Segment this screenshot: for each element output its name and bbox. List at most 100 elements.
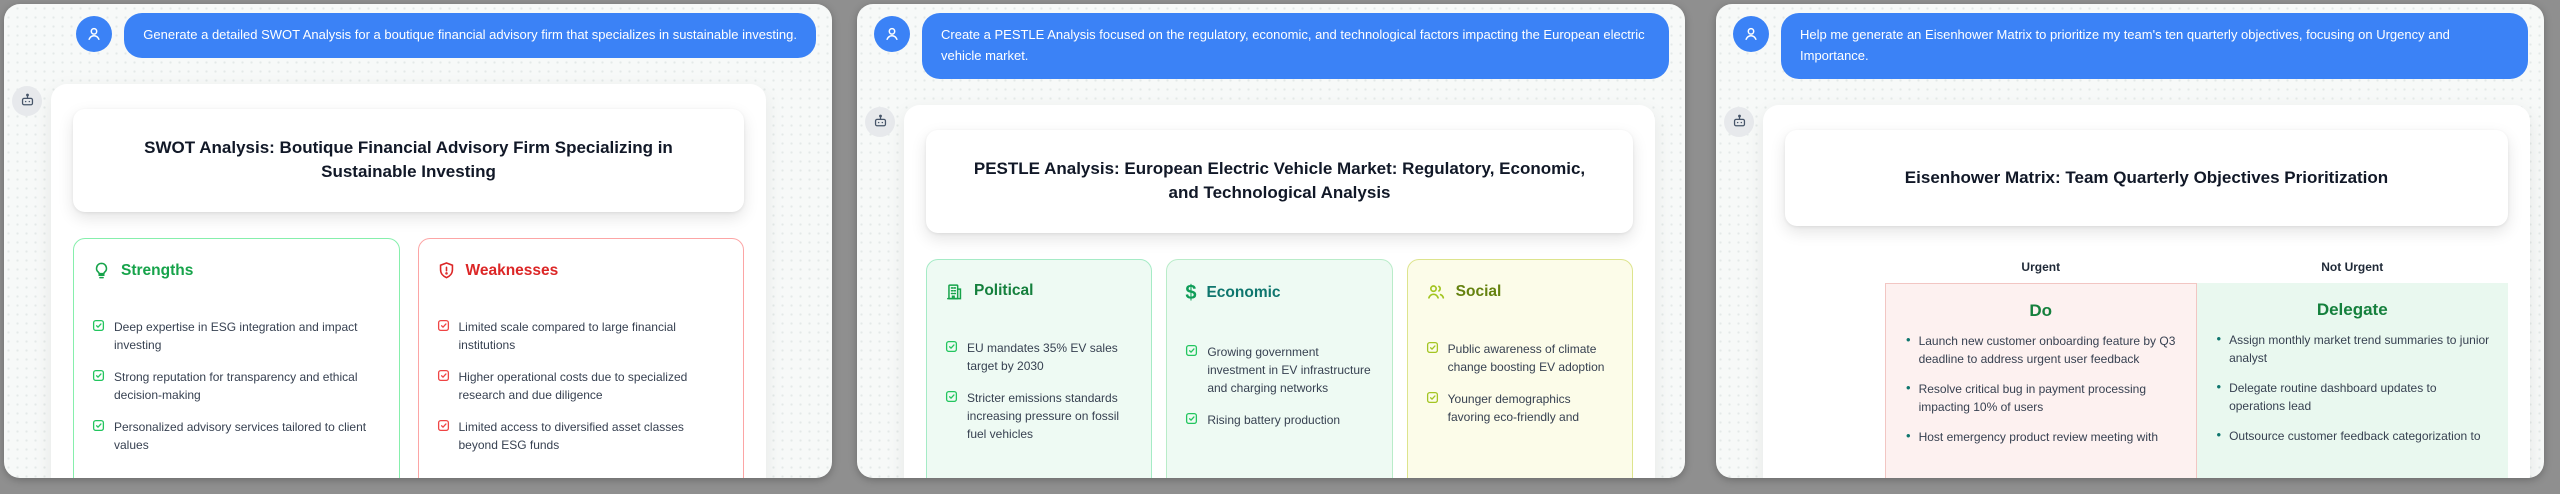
list-item: •Assign monthly market trend summaries t… bbox=[2217, 331, 2491, 367]
matrix-column-headers: Urgent Not Urgent bbox=[1885, 260, 2508, 274]
user-icon bbox=[1742, 25, 1760, 43]
lightbulb-icon bbox=[92, 261, 111, 280]
checkbox-icon bbox=[1185, 412, 1198, 429]
bot-avatar bbox=[865, 107, 895, 137]
list-item: EU mandates 35% EV sales target by 2030 bbox=[945, 339, 1133, 375]
analysis-card: Eisenhower Matrix: Team Quarterly Object… bbox=[1763, 105, 2530, 478]
list-item: •Resolve critical bug in payment process… bbox=[1906, 380, 2178, 416]
checkbox-icon bbox=[1426, 341, 1439, 376]
quadrant-title: Delegate bbox=[2197, 300, 2509, 320]
checkbox-icon bbox=[1185, 344, 1198, 397]
list-item: Stricter emissions standards increasing … bbox=[945, 389, 1133, 443]
user-message-row: Generate a detailed SWOT Analysis for a … bbox=[4, 4, 832, 58]
building-icon bbox=[945, 282, 964, 301]
section-label: Weaknesses bbox=[466, 262, 559, 280]
item-text: Rising battery production bbox=[1207, 411, 1340, 429]
bullet-dot: • bbox=[2217, 427, 2222, 445]
political-header: Political bbox=[945, 282, 1133, 301]
pestle-panel: Create a PESTLE Analysis focused on the … bbox=[857, 4, 1685, 478]
matrix-row-label: Important bbox=[1845, 432, 1859, 478]
assistant-response-row: Eisenhower Matrix: Team Quarterly Object… bbox=[1716, 105, 2544, 478]
assistant-response-row: PESTLE Analysis: European Electric Vehic… bbox=[857, 105, 1685, 478]
checkbox-icon bbox=[92, 419, 105, 454]
eisenhower-matrix: Important Urgent Not Urgent Do •Launch n… bbox=[1785, 260, 2508, 478]
bullet-dot: • bbox=[1906, 332, 1911, 368]
not-urgent-header: Not Urgent bbox=[2197, 260, 2509, 274]
user-avatar bbox=[874, 16, 910, 52]
user-message-bubble: Create a PESTLE Analysis focused on the … bbox=[922, 13, 1669, 79]
checkbox-icon bbox=[437, 419, 450, 454]
checkbox-icon bbox=[945, 340, 958, 375]
list-item: Public awareness of climate change boost… bbox=[1426, 340, 1614, 376]
item-text: Limited scale compared to large financia… bbox=[459, 318, 726, 354]
quadrant-title: Do bbox=[1886, 301, 2196, 321]
item-text: Personalized advisory services tailored … bbox=[114, 418, 381, 454]
user-avatar bbox=[1733, 16, 1769, 52]
checkbox-icon bbox=[437, 319, 450, 354]
checkbox-icon bbox=[1426, 391, 1439, 426]
weaknesses-list: Limited scale compared to large financia… bbox=[437, 318, 726, 454]
do-items: •Launch new customer onboarding feature … bbox=[1886, 332, 2196, 446]
item-text: Deep expertise in ESG integration and im… bbox=[114, 318, 381, 354]
list-item: Limited scale compared to large financia… bbox=[437, 318, 726, 354]
checkbox-icon bbox=[945, 390, 958, 443]
checkbox-icon bbox=[92, 319, 105, 354]
weaknesses-card: Weaknesses Limited scale compared to lar… bbox=[418, 238, 745, 478]
robot-icon bbox=[19, 92, 36, 109]
assistant-response-row: SWOT Analysis: Boutique Financial Adviso… bbox=[4, 84, 832, 478]
section-label: Political bbox=[974, 282, 1033, 300]
strengths-list: Deep expertise in ESG integration and im… bbox=[92, 318, 381, 454]
social-card: Social Public awareness of climate chang… bbox=[1407, 259, 1633, 478]
list-item: •Launch new customer onboarding feature … bbox=[1906, 332, 2178, 368]
pestle-sections: Political EU mandates 35% EV sales targe… bbox=[926, 259, 1633, 478]
strengths-header: Strengths bbox=[92, 261, 381, 280]
people-icon bbox=[1426, 282, 1446, 302]
social-header: Social bbox=[1426, 282, 1614, 302]
bullet-dot: • bbox=[1906, 380, 1911, 416]
item-text: Strong reputation for transparency and e… bbox=[114, 368, 381, 404]
user-icon bbox=[883, 25, 901, 43]
robot-icon bbox=[872, 113, 889, 130]
item-text: Launch new customer onboarding feature b… bbox=[1919, 332, 2178, 368]
user-icon bbox=[85, 25, 103, 43]
shield-alert-icon bbox=[437, 261, 456, 280]
item-text: Host emergency product review meeting wi… bbox=[1919, 428, 2158, 446]
delegate-quadrant: Delegate •Assign monthly market trend su… bbox=[2197, 283, 2509, 478]
item-text: Growing government investment in EV infr… bbox=[1207, 343, 1373, 397]
bullet-dot: • bbox=[2217, 331, 2222, 367]
checkbox-icon bbox=[92, 369, 105, 404]
section-label: Social bbox=[1456, 283, 1502, 301]
robot-icon bbox=[1731, 113, 1748, 130]
strengths-card: Strengths Deep expertise in ESG integrat… bbox=[73, 238, 400, 478]
bullet-dot: • bbox=[2217, 379, 2222, 415]
delegate-items: •Assign monthly market trend summaries t… bbox=[2197, 331, 2509, 445]
matrix-quadrants: Do •Launch new customer onboarding featu… bbox=[1885, 283, 2508, 478]
economic-list: Growing government investment in EV infr… bbox=[1185, 343, 1373, 429]
list-item: •Host emergency product review meeting w… bbox=[1906, 428, 2178, 446]
user-avatar bbox=[76, 16, 112, 52]
list-item: Personalized advisory services tailored … bbox=[92, 418, 381, 454]
swot-sections: Strengths Deep expertise in ESG integrat… bbox=[73, 238, 744, 478]
item-text: Higher operational costs due to speciali… bbox=[459, 368, 726, 404]
do-quadrant: Do •Launch new customer onboarding featu… bbox=[1885, 283, 2197, 478]
user-message-bubble: Generate a detailed SWOT Analysis for a … bbox=[124, 13, 816, 58]
social-list: Public awareness of climate change boost… bbox=[1426, 340, 1614, 426]
urgent-header: Urgent bbox=[1885, 260, 2197, 274]
user-message-row: Help me generate an Eisenhower Matrix to… bbox=[1716, 4, 2544, 79]
item-text: Stricter emissions standards increasing … bbox=[967, 389, 1133, 443]
eisenhower-panel: Help me generate an Eisenhower Matrix to… bbox=[1716, 4, 2544, 478]
item-text: Limited access to diversified asset clas… bbox=[459, 418, 726, 454]
user-message-bubble: Help me generate an Eisenhower Matrix to… bbox=[1781, 13, 2528, 79]
bot-avatar bbox=[1724, 107, 1754, 137]
analysis-title: SWOT Analysis: Boutique Financial Adviso… bbox=[73, 109, 744, 212]
political-card: Political EU mandates 35% EV sales targe… bbox=[926, 259, 1152, 478]
analysis-card: SWOT Analysis: Boutique Financial Adviso… bbox=[51, 84, 766, 478]
list-item: •Delegate routine dashboard updates to o… bbox=[2217, 379, 2491, 415]
analysis-title: Eisenhower Matrix: Team Quarterly Object… bbox=[1785, 130, 2508, 227]
list-item: Younger demographics favoring eco-friend… bbox=[1426, 390, 1614, 426]
economic-header: $ Economic bbox=[1185, 282, 1373, 305]
section-label: Strengths bbox=[121, 262, 193, 280]
item-text: Assign monthly market trend summaries to… bbox=[2229, 331, 2490, 367]
item-text: Resolve critical bug in payment processi… bbox=[1919, 380, 2178, 416]
list-item: Rising battery production bbox=[1185, 411, 1373, 429]
